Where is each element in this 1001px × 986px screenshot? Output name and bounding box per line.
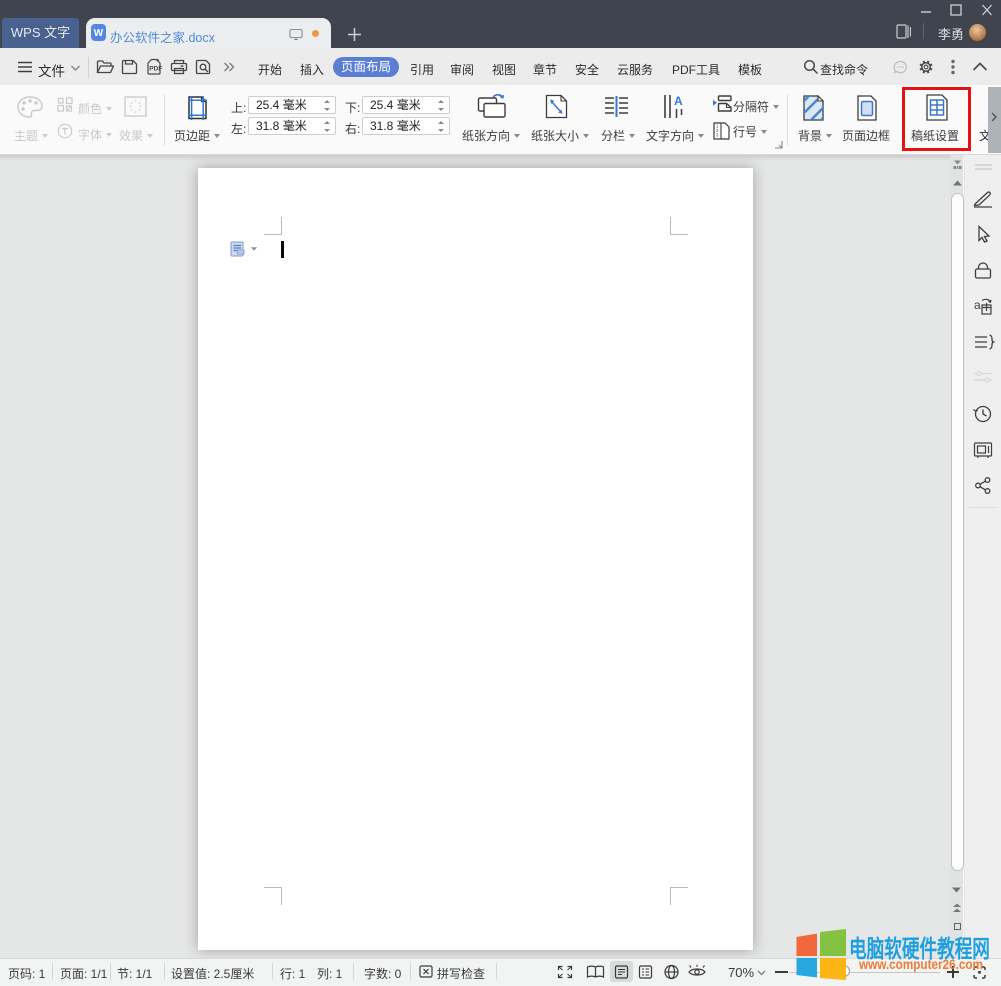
svg-text:a: a — [974, 298, 981, 312]
svg-text:PDF: PDF — [149, 66, 162, 73]
svg-text:A: A — [674, 94, 683, 108]
